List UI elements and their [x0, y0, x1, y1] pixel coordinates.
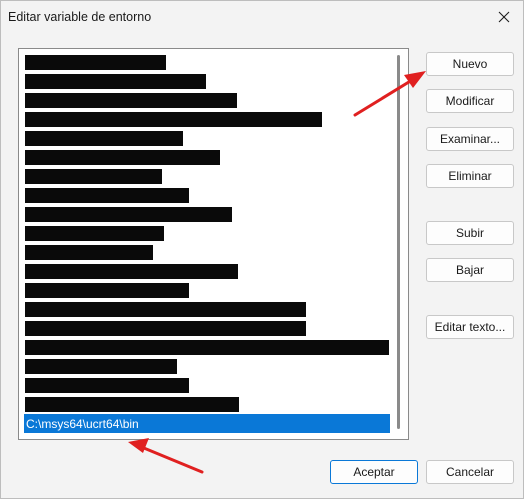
aceptar-button[interactable]: Aceptar — [330, 460, 418, 484]
title-bar: Editar variable de entorno — [1, 1, 523, 35]
selected-path-text: C:\msys64\ucrt64\bin — [26, 417, 139, 431]
redacted-entry — [25, 74, 206, 89]
list-item-selected[interactable]: C:\msys64\ucrt64\bin — [24, 414, 390, 433]
redacted-entry — [25, 131, 183, 146]
redacted-entry — [25, 226, 164, 241]
arrow-to-selected-path-icon — [128, 438, 204, 474]
close-icon — [498, 11, 510, 23]
edit-env-variable-dialog: Editar variable de entorno C:\msys64\ucr… — [0, 0, 524, 499]
editar-texto-button[interactable]: Editar texto... — [426, 315, 514, 339]
redacted-entry — [25, 302, 306, 317]
path-entries-list[interactable]: C:\msys64\ucrt64\bin — [18, 48, 409, 440]
redacted-entry — [25, 55, 166, 70]
redacted-entry — [25, 321, 306, 336]
redacted-entry — [25, 188, 189, 203]
window-title: Editar variable de entorno — [8, 10, 152, 24]
vertical-scrollbar[interactable] — [396, 55, 401, 429]
redacted-entry — [25, 264, 238, 279]
examinar-button[interactable]: Examinar... — [426, 127, 514, 151]
redacted-entry — [25, 397, 239, 412]
cancelar-button[interactable]: Cancelar — [426, 460, 514, 484]
redacted-entry — [25, 93, 237, 108]
close-button[interactable] — [489, 3, 519, 31]
nuevo-button[interactable]: Nuevo — [426, 52, 514, 76]
redacted-entry — [25, 112, 322, 127]
redacted-entry — [25, 245, 153, 260]
redacted-entry — [25, 378, 189, 393]
redacted-entry — [25, 359, 177, 374]
redacted-entry — [25, 207, 232, 222]
redacted-entry — [25, 340, 389, 355]
eliminar-button[interactable]: Eliminar — [426, 164, 514, 188]
bajar-button[interactable]: Bajar — [426, 258, 514, 282]
redacted-entry — [25, 169, 162, 184]
redacted-entry — [25, 150, 220, 165]
scrollbar-thumb[interactable] — [397, 55, 400, 429]
modificar-button[interactable]: Modificar — [426, 89, 514, 113]
redacted-entry — [25, 283, 189, 298]
subir-button[interactable]: Subir — [426, 221, 514, 245]
